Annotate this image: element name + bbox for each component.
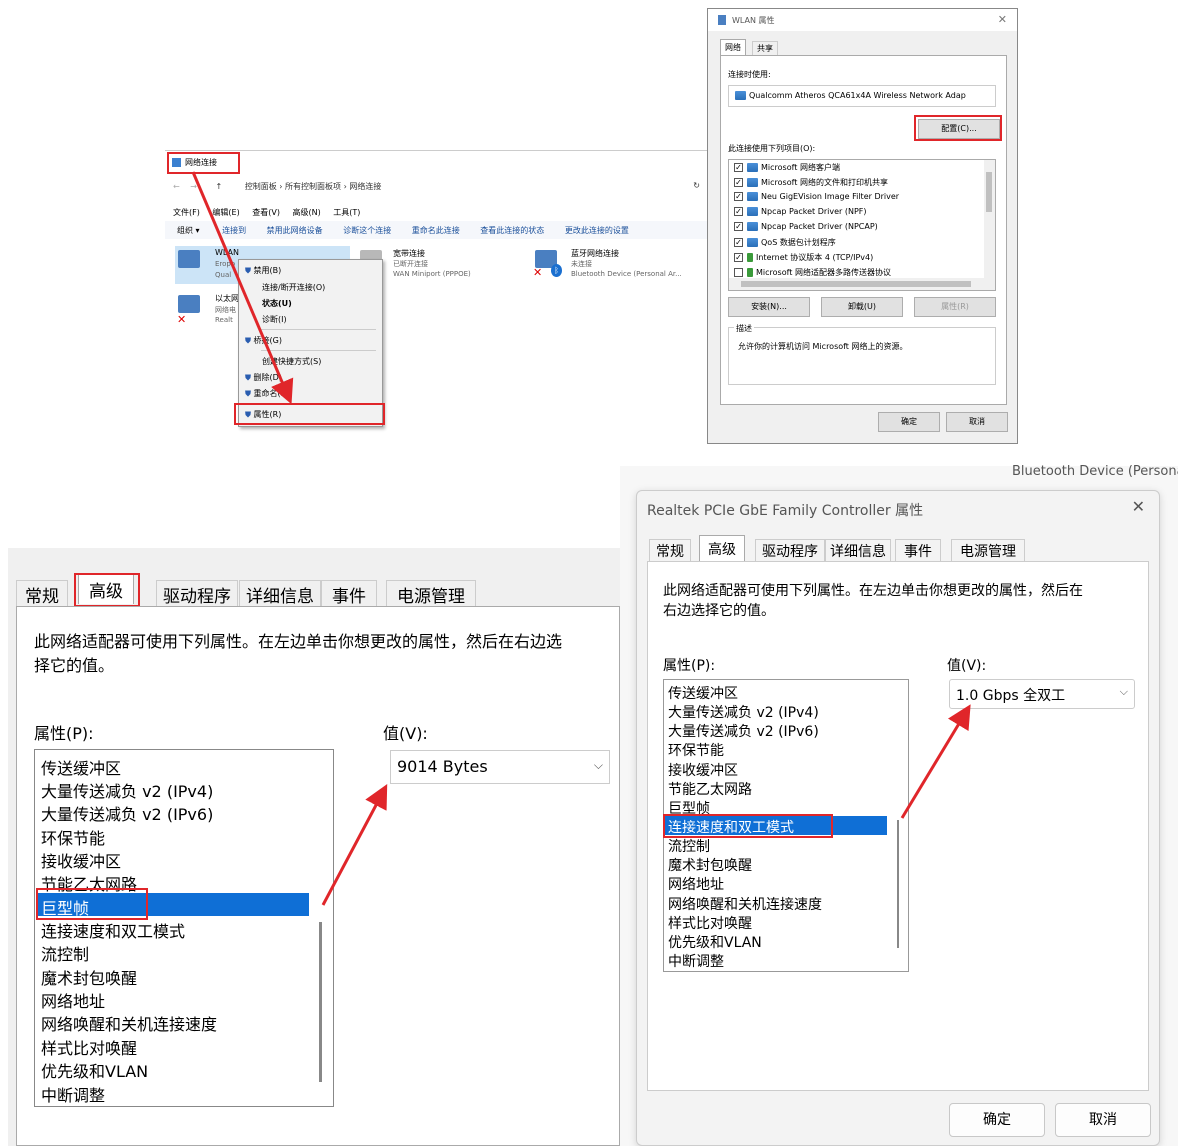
arrow-to-properties — [191, 171, 294, 405]
arrow-to-value-right — [900, 704, 971, 819]
annotation-arrows — [191, 171, 971, 906]
arrow-to-value-left — [321, 784, 388, 906]
